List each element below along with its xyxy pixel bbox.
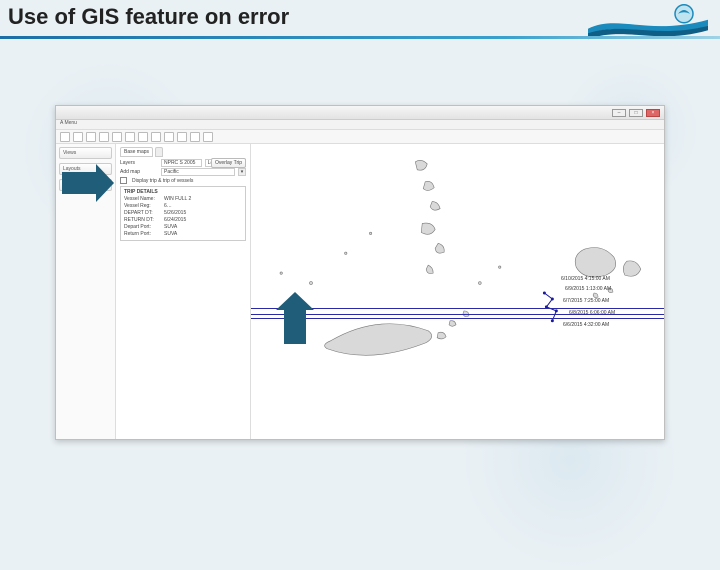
kv-key: Vessel Reg:: [124, 203, 164, 209]
field-label: Add map: [120, 169, 158, 175]
window-max-button[interactable]: □: [629, 109, 643, 117]
window-min-button[interactable]: –: [612, 109, 626, 117]
point-label: 6/10/2015 4:15:00 AM: [561, 276, 610, 282]
error-track-line: [251, 318, 664, 319]
toolbar-icon[interactable]: [203, 132, 213, 142]
display-trip-checkbox[interactable]: [120, 177, 127, 184]
menu-bar[interactable]: A Menu: [56, 120, 664, 130]
toolbar-icon[interactable]: [99, 132, 109, 142]
kv-key: RETURN DT:: [124, 217, 164, 223]
annotation-arrow-right: [62, 172, 96, 194]
kv-val: 5/26/2015: [164, 210, 186, 216]
toolbar-icon[interactable]: [177, 132, 187, 142]
kv-val: WIN FULL 2: [164, 196, 191, 202]
kv-val: 6…: [164, 203, 172, 209]
toolbar-icon[interactable]: [125, 132, 135, 142]
properties-panel: Base maps Layers NPRC S 2005 Location ▾ …: [116, 144, 251, 439]
toolbar-icon[interactable]: [73, 132, 83, 142]
kv-key: Depart Port:: [124, 224, 164, 230]
chevron-down-icon[interactable]: ▾: [238, 168, 246, 176]
kv-key: Return Port:: [124, 231, 164, 237]
page-title: Use of GIS feature on error: [8, 4, 289, 30]
overlay-trip-button[interactable]: Overlay Trip: [211, 158, 246, 168]
layers-select[interactable]: NPRC S 2005: [161, 159, 202, 167]
toolbar-icon[interactable]: [190, 132, 200, 142]
window-close-button[interactable]: ×: [646, 109, 660, 117]
toolbar-icon[interactable]: [151, 132, 161, 142]
app-window: – □ × A Menu Views Layouts GIS Feature B…: [55, 105, 665, 440]
tab-secondary[interactable]: [155, 147, 163, 157]
point-label: 6/8/2015 6:06:00 AM: [569, 310, 615, 316]
kv-val: SUVA: [164, 224, 177, 230]
kv-val: 6/24/2015: [164, 217, 186, 223]
group-title: TRIP DETAILS: [124, 189, 242, 195]
toolbar-icon[interactable]: [164, 132, 174, 142]
checkbox-label: Display trip & trip of vessels: [132, 178, 193, 184]
toolbar-icon[interactable]: [138, 132, 148, 142]
toolbar-icon[interactable]: [86, 132, 96, 142]
title-divider: [0, 36, 720, 39]
kv-key: DEPART DT:: [124, 210, 164, 216]
kv-key: Vessel Name:: [124, 196, 164, 202]
point-label: 6/6/2015 4:32:00 AM: [563, 322, 609, 328]
tab-basemaps[interactable]: Base maps: [120, 147, 153, 157]
addmap-select[interactable]: Pacific: [161, 168, 235, 176]
trip-details-box: TRIP DETAILS Vessel Name:WIN FULL 2 Vess…: [120, 186, 246, 241]
annotation-arrow-up: [284, 310, 306, 344]
toolbar-icon[interactable]: [112, 132, 122, 142]
window-titlebar: – □ ×: [56, 106, 664, 120]
point-label: 6/9/2015 1:13:00 AM: [565, 286, 611, 292]
kv-val: SUVA: [164, 231, 177, 237]
point-label: 6/7/2015 7:25:00 AM: [563, 298, 609, 304]
field-label: Layers: [120, 160, 158, 166]
sidebar-btn-views[interactable]: Views: [59, 147, 112, 159]
toolbar-icon[interactable]: [60, 132, 70, 142]
toolbar: [56, 130, 664, 144]
